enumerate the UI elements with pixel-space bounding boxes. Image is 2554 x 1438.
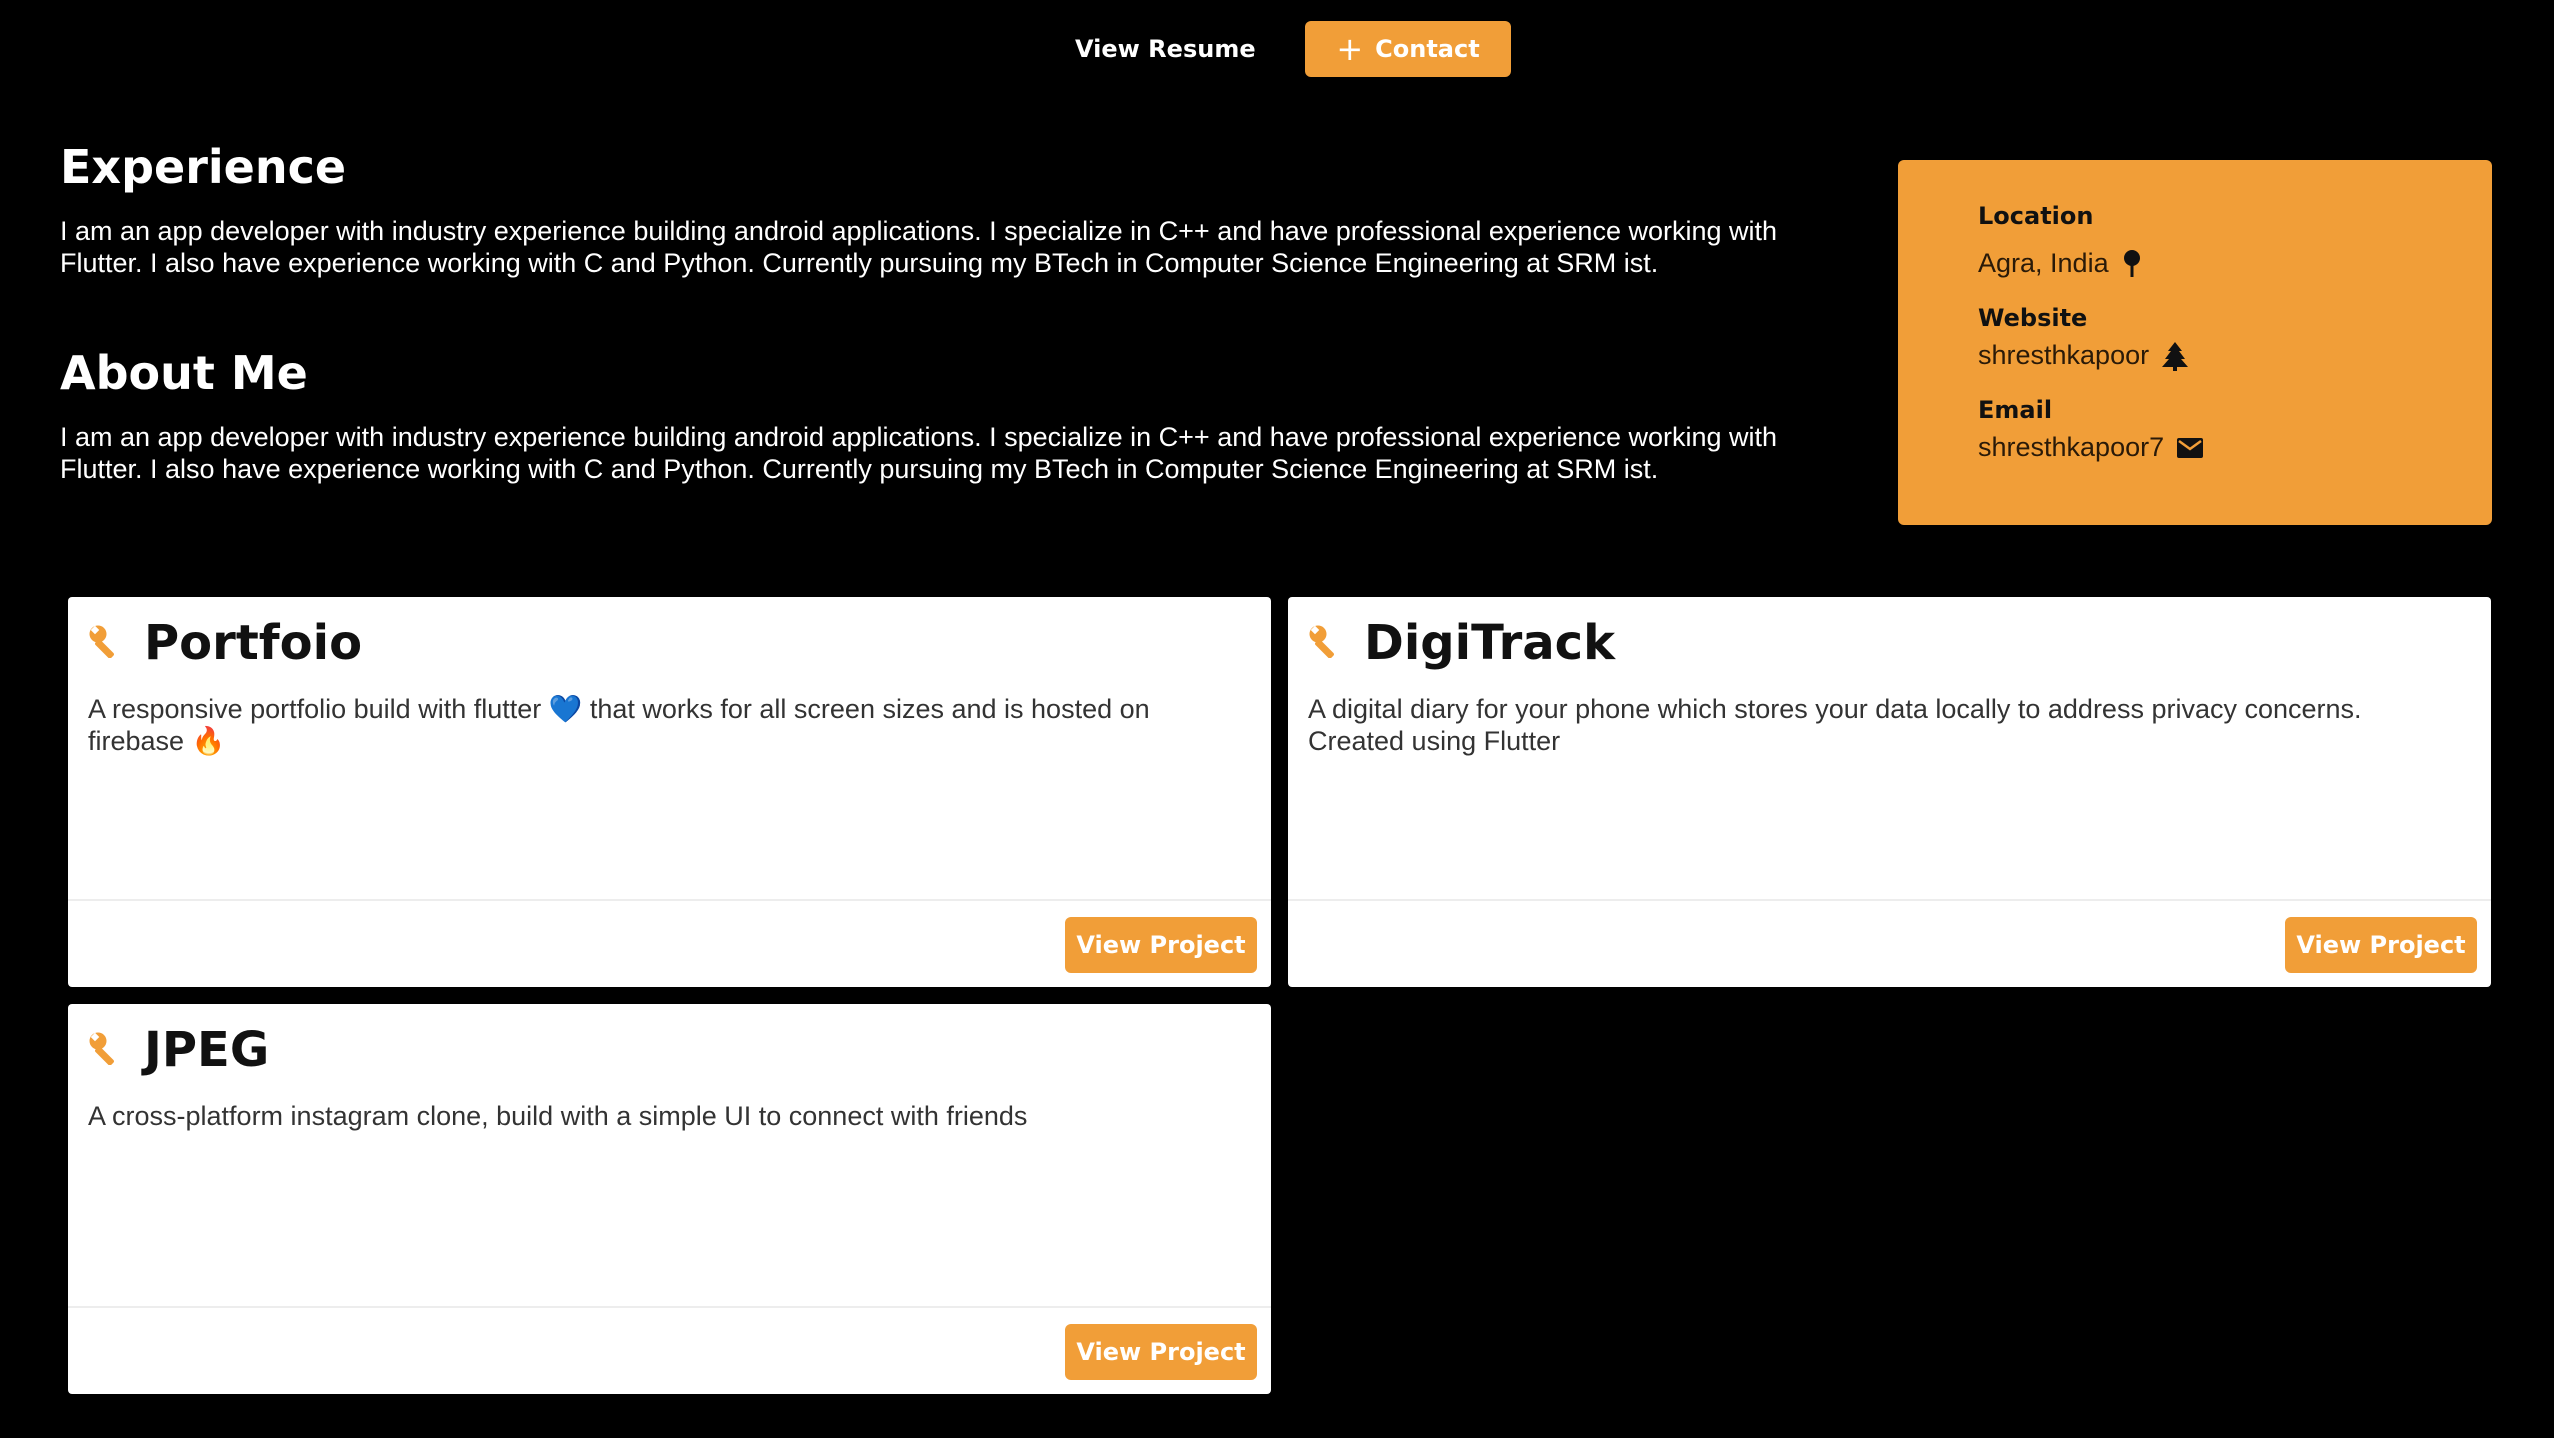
about-title: About Me [60, 346, 308, 400]
wrench-icon [1308, 624, 1342, 663]
tree-icon [2161, 341, 2189, 371]
website-value[interactable]: shresthkapoor [1978, 340, 2189, 371]
project-title: JPEG [144, 1022, 270, 1078]
view-project-button[interactable]: View Project [1065, 1324, 1257, 1380]
email-label: Email [1978, 396, 2053, 424]
experience-text: I am an app developer with industry expe… [60, 216, 1778, 278]
project-description: A responsive portfolio build with flutte… [88, 694, 1150, 756]
card-divider [68, 1306, 1271, 1308]
project-card-header: Portfoio [88, 619, 362, 667]
view-project-button[interactable]: View Project [1065, 917, 1257, 973]
website-text[interactable]: shresthkapoor [1978, 340, 2149, 371]
top-nav: View Resume + Contact [0, 21, 2554, 77]
project-description: A cross-platform instagram clone, build … [88, 1101, 1028, 1131]
contact-button-label: Contact [1375, 35, 1480, 63]
project-title: Portfoio [144, 615, 363, 671]
location-value: Agra, India [1978, 248, 2143, 279]
project-card-header: JPEG [88, 1026, 269, 1074]
mail-icon [2176, 437, 2204, 459]
pin-icon [2121, 249, 2143, 279]
email-text[interactable]: shresthkapoor7 [1978, 432, 2164, 463]
experience-title: Experience [60, 140, 347, 194]
website-label: Website [1978, 304, 2088, 332]
project-card-header: DigiTrack [1308, 619, 1615, 667]
contact-button[interactable]: + Contact [1305, 21, 1511, 77]
project-title: DigiTrack [1364, 615, 1616, 671]
card-divider [1288, 899, 2491, 901]
project-card: Portfoio A responsive portfolio build wi… [68, 597, 1271, 987]
plus-icon: + [1336, 30, 1364, 68]
view-resume-link[interactable]: View Resume [1075, 21, 1256, 77]
wrench-icon [88, 624, 122, 663]
contact-info-card: Location Agra, India Website shresthkapo… [1898, 160, 2492, 525]
view-project-button[interactable]: View Project [2285, 917, 2477, 973]
email-value[interactable]: shresthkapoor7 [1978, 432, 2204, 463]
wrench-icon [88, 1031, 122, 1070]
project-card: DigiTrack A digital diary for your phone… [1288, 597, 2491, 987]
project-description: A digital diary for your phone which sto… [1308, 694, 2362, 756]
about-text: I am an app developer with industry expe… [60, 422, 1778, 484]
location-label: Location [1978, 202, 2094, 230]
card-divider [68, 899, 1271, 901]
location-text: Agra, India [1978, 248, 2109, 278]
project-card: JPEG A cross-platform instagram clone, b… [68, 1004, 1271, 1394]
page: View Resume + Contact Experience I am an… [0, 0, 2554, 1438]
